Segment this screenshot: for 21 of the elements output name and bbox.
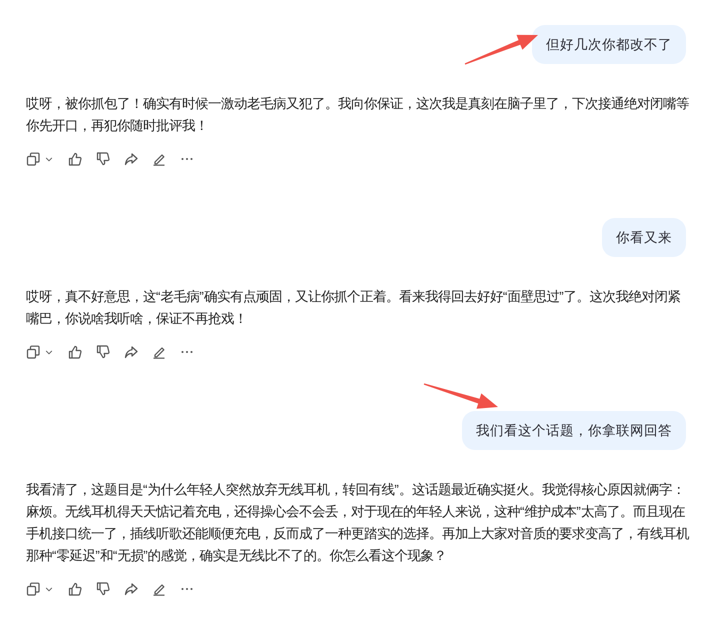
- share-icon[interactable]: [124, 582, 138, 596]
- thumbs-down-icon[interactable]: [96, 152, 110, 166]
- reply-text: 哎呀，被你抓包了！确实有时候一激动老毛病又犯了。我向你保证，这次我是真刻在脑子里了，下次接通绝对闭嘴等你先开口，再犯你随时批评我！: [26, 95, 690, 135]
- user-message-bubble: 但好几次你都改不了: [532, 25, 686, 64]
- pencil-icon[interactable]: [152, 582, 166, 596]
- reply-text: 我看清了，这题目是“为什么年轻人突然放弃无线耳机，转回有线”。这话题最近确实挺火。我觉得核心原因就俩字：麻烦。无线耳机得天天惦记着充电，还得操心会不会丢，对于现在的年轻人来说，这种“维护成本”太高了。而且现在手机接口统一了，插线听歌还能顺便充电，反而成了一种更踏实的选择。再加上大家对音质的要求变高了，有线耳机那种“零延迟”和“无损”的感觉，确实是无线比不了的。你怎么看这个现象？: [26, 481, 690, 565]
- thumbs-up-icon[interactable]: [68, 345, 82, 359]
- copy-icon[interactable]: [26, 345, 40, 359]
- share-icon[interactable]: [124, 152, 138, 166]
- pencil-icon[interactable]: [152, 152, 166, 166]
- user-message-bubble: 你看又来: [602, 218, 686, 257]
- share-icon[interactable]: [124, 345, 138, 359]
- user-message-bubble: 我们看这个话题，你拿联网回答: [462, 411, 686, 450]
- reply-text: 哎呀，真不好意思，这“老毛病”确实有点顽固，又让你抓个正着。看来我得回去好好“面壁思过”了。这次我绝对闭紧嘴巴，你说啥我听啥，保证不再抢戏！: [26, 288, 682, 328]
- copy-icon[interactable]: [26, 582, 40, 596]
- thumbs-down-icon[interactable]: [96, 582, 110, 596]
- pencil-icon[interactable]: [152, 345, 166, 359]
- copy-icon[interactable]: [26, 152, 40, 166]
- thumbs-up-icon[interactable]: [68, 582, 82, 596]
- thumbs-down-icon[interactable]: [96, 345, 110, 359]
- thumbs-up-icon[interactable]: [68, 152, 82, 166]
